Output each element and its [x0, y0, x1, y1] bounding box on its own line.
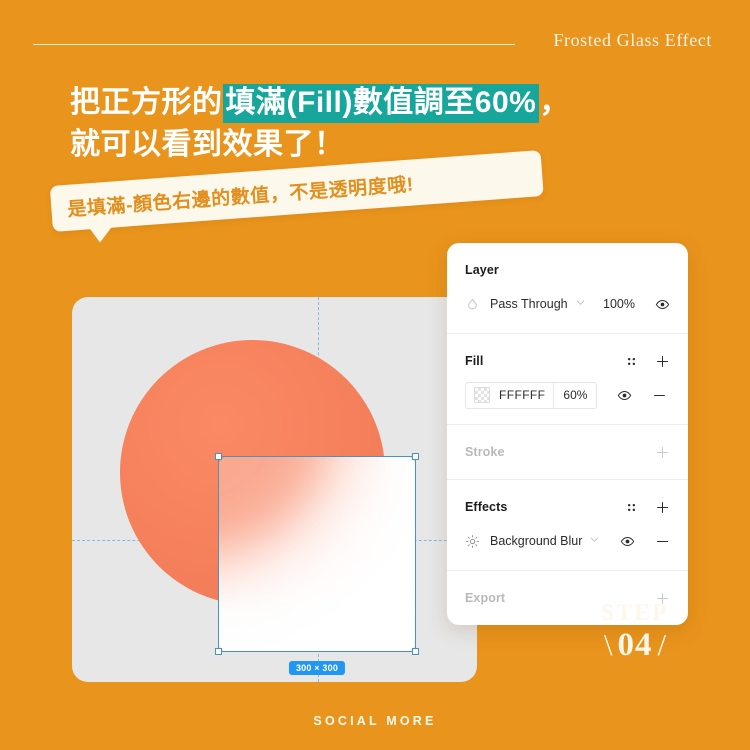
fill-visibility-eye-icon[interactable]	[617, 388, 632, 403]
fill-section-title: Fill	[465, 354, 484, 368]
effects-section-actions	[624, 500, 670, 515]
selection-box[interactable]: 300 × 300	[215, 453, 419, 675]
step-slash-right: /	[657, 627, 667, 662]
effect-visibility-eye-icon[interactable]	[620, 534, 635, 549]
effects-styles-dots-icon[interactable]	[624, 500, 639, 515]
selection-handle-bottom-left[interactable]	[215, 648, 222, 655]
step-badge: STEP \ 04 /	[560, 600, 710, 663]
stroke-section-actions	[655, 445, 670, 460]
blend-mode-icon	[465, 297, 481, 312]
panel-section-fill: Fill FFFFFF 60%	[447, 333, 688, 424]
poster-root: Frosted Glass Effect 把正方形的 填滿(Fill)數值調至60…	[0, 0, 750, 750]
step-label: STEP	[601, 600, 669, 625]
fill-hex-value[interactable]: FFFFFF	[499, 388, 545, 402]
design-canvas: 300 × 300	[72, 297, 477, 682]
selection-handle-bottom-right[interactable]	[412, 648, 419, 655]
selection-handle-top-left[interactable]	[215, 453, 222, 460]
header-divider	[33, 44, 515, 45]
headline-highlight: 填滿(Fill)數值調至60%	[222, 84, 540, 123]
header-title: Frosted Glass Effect	[553, 30, 712, 50]
fill-styles-dots-icon[interactable]	[624, 354, 639, 369]
effects-row: Background Blur	[465, 522, 670, 570]
selection-handle-top-right[interactable]	[412, 453, 419, 460]
header: Frosted Glass Effect	[0, 30, 750, 60]
fill-section-header: Fill	[465, 346, 670, 376]
headline-line-2: 就可以看到效果了！	[70, 128, 345, 161]
fill-remove-minus-icon[interactable]	[652, 388, 667, 403]
stroke-section-header: Stroke	[465, 437, 670, 467]
effects-section-title: Effects	[465, 500, 508, 514]
headline-prefix: 把正方形的	[70, 86, 223, 119]
effects-section-header: Effects	[465, 492, 670, 522]
headline-suffix: ，	[539, 86, 570, 119]
fill-row: FFFFFF 60%	[465, 376, 670, 424]
size-badge: 300 × 300	[288, 661, 346, 675]
headline-line-1: 把正方形的 填滿(Fill)數值調至60%，	[70, 82, 690, 124]
layer-opacity-value[interactable]: 100%	[603, 297, 635, 311]
step-number-row: \ 04 /	[560, 627, 710, 663]
fill-color-swatch[interactable]	[474, 387, 490, 403]
effect-remove-minus-icon[interactable]	[655, 534, 670, 549]
fill-section-actions	[624, 354, 670, 369]
fill-color-field[interactable]: FFFFFF	[465, 381, 555, 409]
effect-chevron-down-icon[interactable]	[589, 532, 600, 550]
panel-section-stroke: Stroke	[447, 424, 688, 467]
speech-bubble-text: 是填滿-顏色右邊的數值，不是透明度哦!	[66, 173, 415, 221]
fill-opacity-field[interactable]: 60%	[554, 381, 598, 409]
layer-row: Pass Through 100%	[465, 285, 670, 333]
layer-visibility-eye-icon[interactable]	[655, 297, 670, 312]
blend-mode-label[interactable]: Pass Through	[490, 297, 568, 311]
stroke-add-plus-icon[interactable]	[655, 445, 670, 460]
layer-section-header: Layer	[465, 255, 670, 285]
stroke-section-title: Stroke	[465, 445, 505, 459]
speech-bubble-tail	[88, 225, 114, 244]
fill-opacity-value[interactable]: 60%	[563, 388, 587, 402]
chevron-down-icon[interactable]	[575, 295, 586, 313]
layer-section-title: Layer	[465, 263, 499, 277]
panel-section-layer: Layer Pass Through 100%	[447, 255, 688, 333]
properties-panel: Layer Pass Through 100% Fill FFFFFF 60% …	[447, 243, 688, 625]
effect-name-label[interactable]: Background Blur	[490, 534, 582, 548]
effects-add-plus-icon[interactable]	[655, 500, 670, 515]
step-number: 04	[617, 627, 653, 663]
background-blur-icon	[465, 534, 481, 549]
step-slash-left: \	[603, 627, 613, 662]
panel-section-effects: Effects Background Blur	[447, 479, 688, 570]
fill-value-group: FFFFFF 60%	[465, 381, 598, 409]
fill-add-plus-icon[interactable]	[655, 354, 670, 369]
headline: 把正方形的 填滿(Fill)數值調至60%， 就可以看到效果了！	[70, 82, 690, 166]
footer-brand: SOCIAL MORE	[313, 714, 437, 728]
